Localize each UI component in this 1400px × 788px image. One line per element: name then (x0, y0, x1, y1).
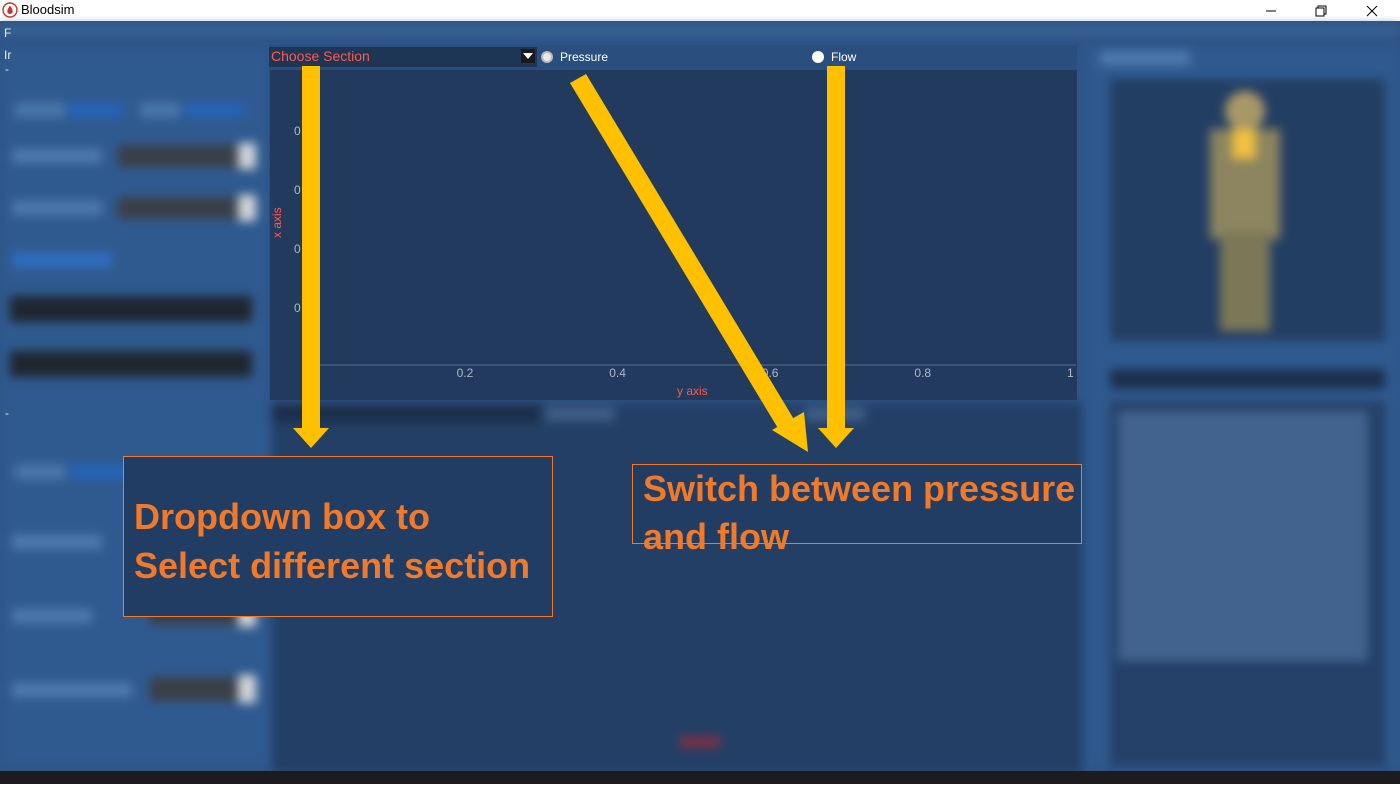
down-arrow-icon (293, 66, 329, 448)
down-arrow-icon (818, 66, 854, 448)
diagonal-arrow-icon (570, 74, 808, 452)
annotation-arrows (293, 66, 854, 452)
bottom-bar (0, 771, 1400, 788)
